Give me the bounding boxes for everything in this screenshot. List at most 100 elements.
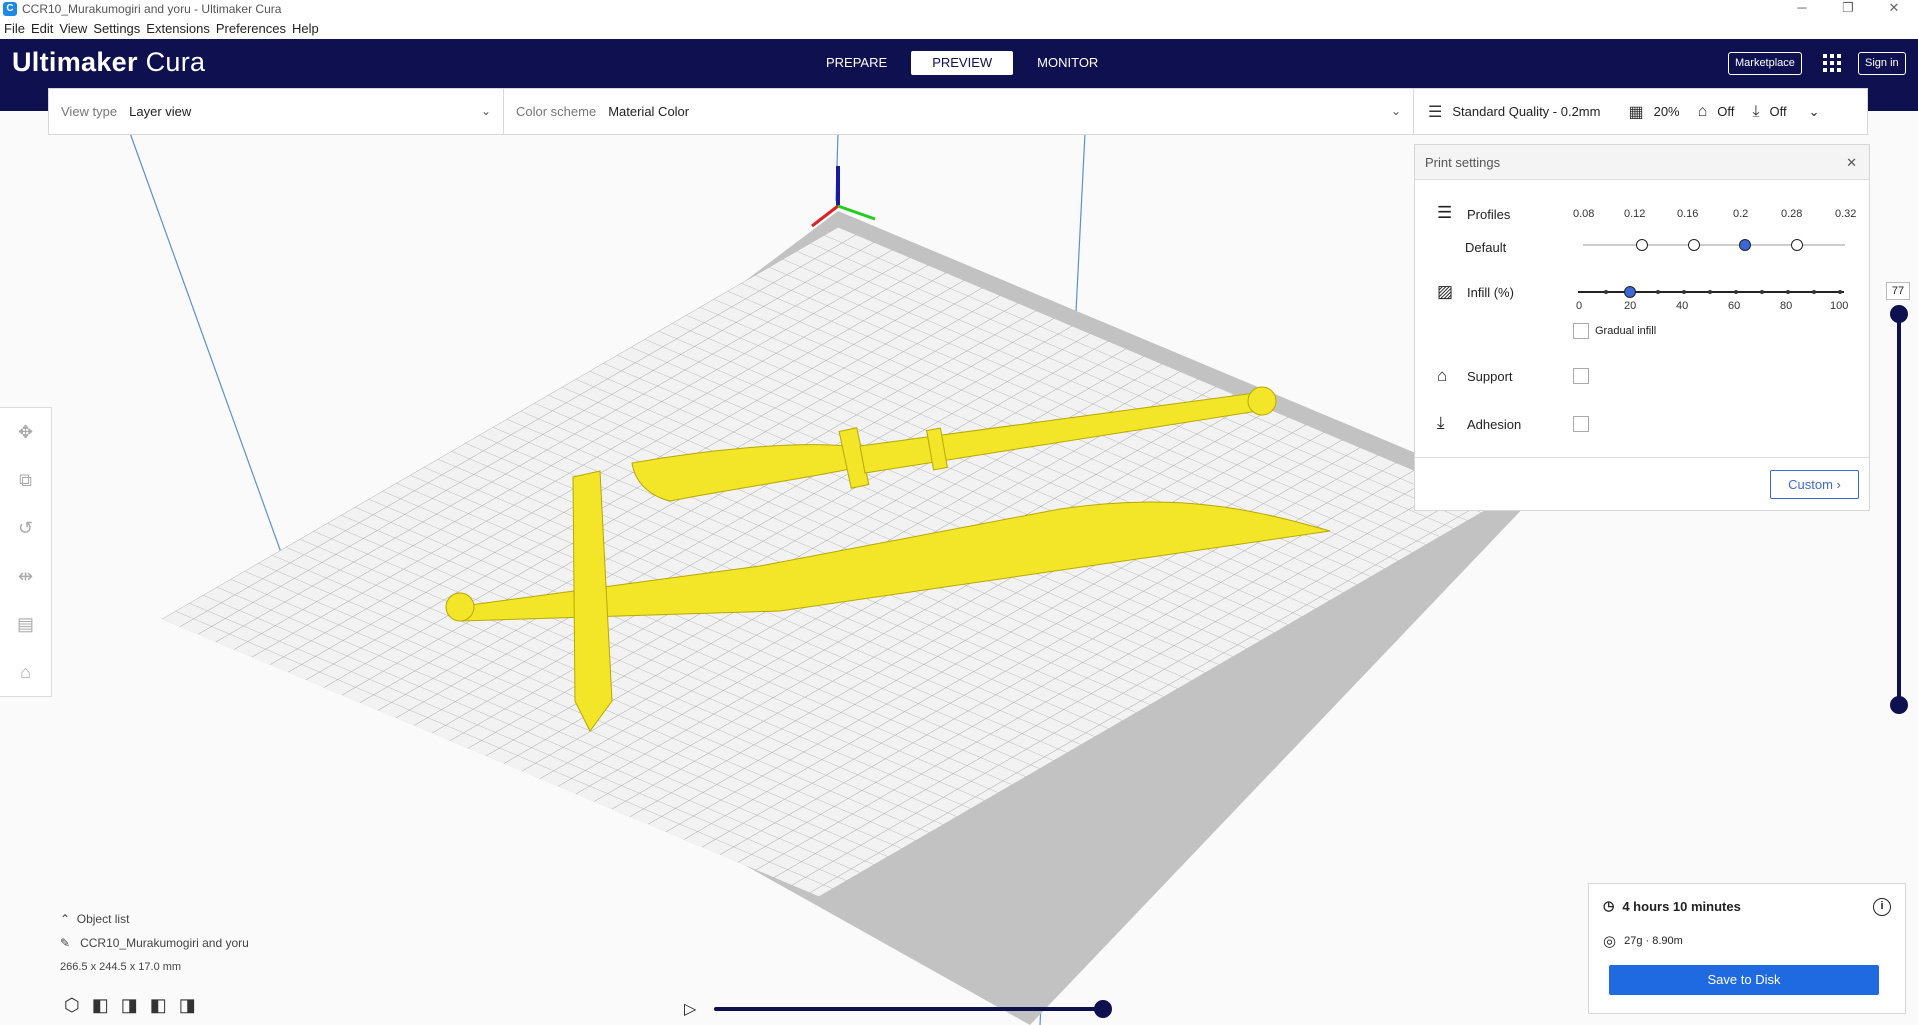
per-model-settings-icon[interactable]: ▤	[0, 600, 51, 648]
support-summary: Off	[1717, 104, 1735, 119]
chevron-down-icon: ⌄	[480, 104, 491, 118]
infill-icon: ▨	[1437, 282, 1454, 301]
infill-tick: 0	[1576, 300, 1583, 312]
view-type-dropdown[interactable]: View type Layer view ⌄	[49, 89, 504, 134]
profile-slider-knob[interactable]	[1688, 239, 1700, 251]
path-slider-handle[interactable]	[1094, 1000, 1112, 1018]
window-titlebar: C CCR10_Murakumogiri and yoru - Ultimake…	[0, 0, 1918, 17]
path-slider-track[interactable]	[714, 1007, 1104, 1011]
info-icon[interactable]: i	[1873, 898, 1891, 916]
adhesion-icon: ⤓	[1752, 102, 1760, 120]
minimize-icon[interactable]: ─	[1780, 0, 1824, 17]
gradual-infill-label: Gradual infill	[1595, 325, 1657, 337]
tab-prepare[interactable]: PREPARE	[808, 51, 905, 75]
color-scheme-dropdown[interactable]: Color scheme Material Color ⌄	[504, 89, 1414, 134]
front-view-icon[interactable]: ◧	[92, 995, 109, 1016]
play-icon[interactable]: ▷	[684, 999, 696, 1019]
gradual-infill-checkbox[interactable]	[1573, 323, 1589, 339]
layer-slider-lower-handle[interactable]	[1890, 696, 1908, 714]
infill-tick: 80	[1780, 300, 1793, 312]
support-checkbox[interactable]	[1573, 368, 1589, 384]
close-icon[interactable]: ✕	[1872, 0, 1916, 17]
tab-monitor[interactable]: MONITOR	[1019, 51, 1116, 75]
profile-slider-track[interactable]	[1583, 244, 1845, 246]
layer-number-input[interactable]: 77	[1886, 282, 1910, 300]
apps-grid-icon[interactable]	[1823, 54, 1841, 72]
object-dimensions: 266.5 x 244.5 x 17.0 mm	[60, 961, 182, 973]
infill-tick: 60	[1728, 300, 1741, 312]
menu-file[interactable]: File	[4, 21, 25, 36]
marketplace-button[interactable]: Marketplace	[1728, 52, 1802, 75]
save-to-disk-button[interactable]: Save to Disk	[1609, 965, 1879, 995]
profile-slider-knob[interactable]	[1791, 239, 1803, 251]
close-icon[interactable]: ✕	[1846, 145, 1857, 180]
mirror-icon[interactable]: ⇹	[0, 552, 51, 600]
infill-icon: ▦	[1628, 103, 1644, 121]
chevron-down-icon: ⌄	[1808, 103, 1820, 119]
color-scheme-label: Color scheme	[516, 104, 597, 119]
menu-help[interactable]: Help	[292, 21, 319, 36]
print-settings-summary[interactable]: ☰ Standard Quality - 0.2mm ▦ 20% ⌂ Off ⤓…	[1414, 89, 1834, 134]
infill-summary: 20%	[1653, 104, 1680, 119]
object-list: ⌃ Object list ✎ CCR10_Murakumogiri and y…	[60, 907, 249, 979]
profile-tick: 0.32	[1835, 208, 1857, 220]
profile-tick: 0.12	[1624, 208, 1646, 220]
adhesion-summary: Off	[1769, 104, 1787, 119]
print-settings-panel: Print settings ✕ ☰ Profiles Default 0.08…	[1414, 144, 1870, 511]
menu-view[interactable]: View	[59, 21, 87, 36]
stage-tabs: PREPARE PREVIEW MONITOR	[805, 51, 1119, 75]
camera-view-buttons: ⬡ ◧ ◨ ◧ ◨	[64, 995, 196, 1016]
profile-slider-selected[interactable]	[1739, 239, 1751, 251]
view-type-label: View type	[61, 104, 118, 119]
menu-edit[interactable]: Edit	[31, 21, 53, 36]
spool-icon: ◎	[1603, 933, 1617, 950]
menu-settings[interactable]: Settings	[93, 21, 140, 36]
object-list-item[interactable]: ✎ CCR10_Murakumogiri and yoru	[60, 931, 249, 955]
left-view-icon[interactable]: ◧	[150, 995, 167, 1016]
menu-preferences[interactable]: Preferences	[216, 21, 286, 36]
custom-button-label: Custom	[1788, 477, 1833, 492]
print-time: 4 hours 10 minutes	[1622, 898, 1741, 914]
material-estimate: 27g · 8.90m	[1624, 935, 1683, 947]
support-icon: ⌂	[1697, 102, 1708, 120]
top-view-icon[interactable]: ◨	[121, 995, 138, 1016]
layer-playback: ▷	[684, 998, 1112, 1020]
support-blocker-icon[interactable]: ⌂	[0, 648, 51, 696]
object-list-toggle[interactable]: ⌃ Object list	[60, 907, 249, 931]
support-label: Support	[1467, 369, 1513, 384]
print-settings-header: Print settings ✕	[1415, 145, 1869, 180]
custom-button[interactable]: Custom ›	[1770, 470, 1859, 499]
support-icon: ⌂	[1437, 366, 1448, 385]
restore-icon[interactable]: ❐	[1826, 0, 1870, 17]
rotate-icon[interactable]: ↺	[0, 504, 51, 552]
window-title: CCR10_Murakumogiri and yoru - Ultimaker …	[22, 1, 282, 16]
layer-slider-upper-handle[interactable]	[1890, 305, 1908, 323]
3d-view-icon[interactable]: ⬡	[64, 995, 80, 1016]
profile-tick: 0.2	[1733, 208, 1749, 220]
right-view-icon[interactable]: ◨	[179, 995, 196, 1016]
logo-sub: Cura	[145, 47, 206, 77]
menu-extensions[interactable]: Extensions	[146, 21, 210, 36]
divider	[1415, 457, 1869, 458]
object-list-label: Object list	[76, 912, 130, 926]
menu-bar: File Edit View Settings Extensions Prefe…	[0, 17, 1918, 39]
profile-tick: 0.16	[1677, 208, 1699, 220]
cura-icon: C	[3, 1, 17, 16]
infill-tick: 20	[1624, 300, 1637, 312]
infill-label: Infill (%)	[1467, 285, 1514, 300]
move-icon[interactable]: ✥	[0, 408, 51, 456]
profile-slider-knob[interactable]	[1636, 239, 1648, 251]
profile-tick: 0.08	[1573, 208, 1595, 220]
layer-slider-track[interactable]	[1897, 313, 1901, 705]
infill-tick: 40	[1676, 300, 1689, 312]
adhesion-checkbox[interactable]	[1573, 416, 1589, 432]
tab-preview[interactable]: PREVIEW	[911, 51, 1014, 75]
print-settings-title: Print settings	[1425, 155, 1501, 170]
quality-profile-text: Standard Quality - 0.2mm	[1452, 104, 1601, 119]
infill-slider-knob[interactable]	[1624, 286, 1636, 298]
profiles-label: Profiles	[1467, 207, 1511, 222]
object-name: CCR10_Murakumogiri and yoru	[80, 936, 249, 950]
scale-icon[interactable]: ⧉	[0, 456, 51, 504]
chevron-down-icon: ⌄	[1390, 104, 1401, 118]
sign-in-button[interactable]: Sign in	[1858, 52, 1906, 75]
